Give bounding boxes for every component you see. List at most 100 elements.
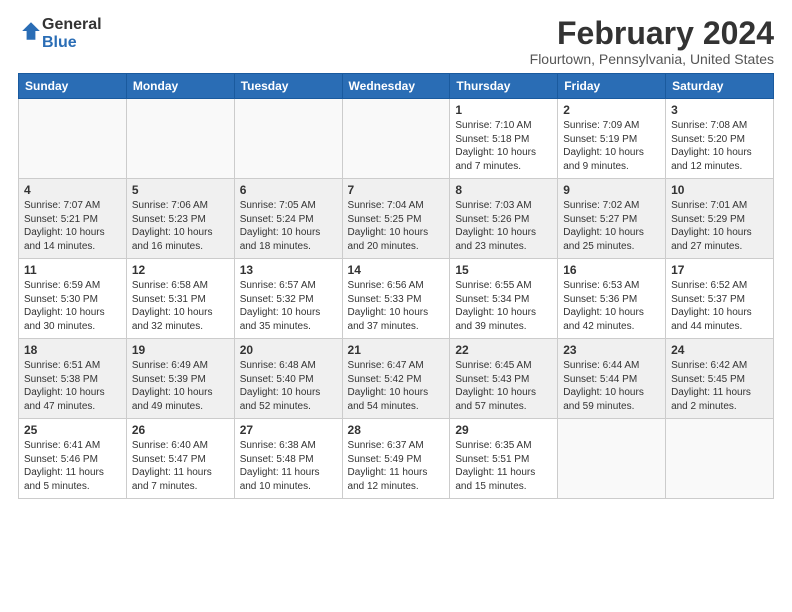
day-info: Sunrise: 6:53 AMSunset: 5:36 PMDaylight:… xyxy=(563,279,660,333)
table-row: 21 Sunrise: 6:47 AMSunset: 5:42 PMDayligh… xyxy=(342,339,450,419)
logo-text-line2: Blue xyxy=(42,34,102,52)
table-row: 9Sunrise: 7:02 AMSunset: 5:27 PMDaylight… xyxy=(558,179,666,259)
logo-text-line1: General xyxy=(42,16,102,34)
day-number: 19 xyxy=(132,343,229,357)
logo: General Blue xyxy=(18,16,102,51)
calendar-week-row: 1Sunrise: 7:10 AMSunset: 5:18 PMDaylight… xyxy=(19,99,774,179)
day-number: 21 xyxy=(348,343,445,357)
day-info: Sunrise: 6:52 AMSunset: 5:37 PMDaylight:… xyxy=(671,279,768,333)
table-row xyxy=(666,419,774,499)
day-number: 5 xyxy=(132,183,229,197)
day-info: Sunrise: 7:04 AMSunset: 5:25 PMDaylight:… xyxy=(348,199,445,253)
table-row: 26Sunrise: 6:40 AMSunset: 5:47 PMDayligh… xyxy=(126,419,234,499)
table-row: 5Sunrise: 7:06 AMSunset: 5:23 PMDaylight… xyxy=(126,179,234,259)
day-number: 7 xyxy=(348,183,445,197)
day-info: Sunrise: 6:56 AMSunset: 5:33 PMDaylight:… xyxy=(348,279,445,333)
day-info: Sunrise: 6:37 AMSunset: 5:49 PMDaylight:… xyxy=(348,439,445,493)
calendar-header-row: Sunday Monday Tuesday Wednesday Thursday… xyxy=(19,74,774,99)
table-row: 2 Sunrise: 7:09 AMSunset: 5:19 PMDaylight… xyxy=(558,99,666,179)
table-row: 1Sunrise: 7:10 AMSunset: 5:18 PMDaylight… xyxy=(450,99,558,179)
col-wednesday: Wednesday xyxy=(342,74,450,99)
day-info: Sunrise: 7:09 AMSunset: 5:19 PMDaylight:… xyxy=(563,119,660,173)
col-friday: Friday xyxy=(558,74,666,99)
table-row: 24 Sunrise: 6:42 AMSunset: 5:45 PMDayligh… xyxy=(666,339,774,419)
day-number: 22 xyxy=(455,343,552,357)
day-number: 12 xyxy=(132,263,229,277)
day-number: 25 xyxy=(24,423,121,437)
table-row: 25 Sunrise: 6:41 AMSunset: 5:46 PMDayligh… xyxy=(19,419,127,499)
table-row: 11 Sunrise: 6:59 AMSunset: 5:30 PMDayligh… xyxy=(19,259,127,339)
table-row: 17 Sunrise: 6:52 AMSunset: 5:37 PMDayligh… xyxy=(666,259,774,339)
day-number: 13 xyxy=(240,263,337,277)
day-info: Sunrise: 6:47 AMSunset: 5:42 PMDaylight:… xyxy=(348,359,445,413)
day-info: Sunrise: 6:55 AMSunset: 5:34 PMDaylight:… xyxy=(455,279,552,333)
table-row xyxy=(19,99,127,179)
day-number: 8 xyxy=(455,183,552,197)
day-info: Sunrise: 6:58 AMSunset: 5:31 PMDaylight:… xyxy=(132,279,229,333)
day-number: 17 xyxy=(671,263,768,277)
title-area: February 2024 Flourtown, Pennsylvania, U… xyxy=(530,16,774,67)
day-info: Sunrise: 6:44 AMSunset: 5:44 PMDaylight:… xyxy=(563,359,660,413)
day-number: 3 xyxy=(671,103,768,117)
day-info: Sunrise: 6:51 AMSunset: 5:38 PMDaylight:… xyxy=(24,359,121,413)
table-row: 19 Sunrise: 6:49 AMSunset: 5:39 PMDayligh… xyxy=(126,339,234,419)
calendar-table: Sunday Monday Tuesday Wednesday Thursday… xyxy=(18,73,774,499)
day-info: Sunrise: 6:57 AMSunset: 5:32 PMDaylight:… xyxy=(240,279,337,333)
day-info: Sunrise: 6:42 AMSunset: 5:45 PMDaylight:… xyxy=(671,359,768,413)
day-info: Sunrise: 6:35 AMSunset: 5:51 PMDaylight:… xyxy=(455,439,552,493)
day-number: 23 xyxy=(563,343,660,357)
day-info: Sunrise: 6:40 AMSunset: 5:47 PMDaylight:… xyxy=(132,439,229,493)
col-tuesday: Tuesday xyxy=(234,74,342,99)
table-row xyxy=(558,419,666,499)
day-number: 2 xyxy=(563,103,660,117)
day-info: Sunrise: 7:08 AMSunset: 5:20 PMDaylight:… xyxy=(671,119,768,173)
day-number: 14 xyxy=(348,263,445,277)
day-info: Sunrise: 6:48 AMSunset: 5:40 PMDaylight:… xyxy=(240,359,337,413)
day-info: Sunrise: 7:02 AMSunset: 5:27 PMDaylight:… xyxy=(563,199,660,253)
day-number: 6 xyxy=(240,183,337,197)
table-row xyxy=(342,99,450,179)
table-row: 8 Sunrise: 7:03 AMSunset: 5:26 PMDaylight… xyxy=(450,179,558,259)
day-info: Sunrise: 7:10 AMSunset: 5:18 PMDaylight:… xyxy=(455,119,552,173)
col-monday: Monday xyxy=(126,74,234,99)
logo-icon xyxy=(20,20,42,42)
table-row: 14 Sunrise: 6:56 AMSunset: 5:33 PMDayligh… xyxy=(342,259,450,339)
col-sunday: Sunday xyxy=(19,74,127,99)
calendar-week-row: 25 Sunrise: 6:41 AMSunset: 5:46 PMDayligh… xyxy=(19,419,774,499)
day-number: 4 xyxy=(24,183,121,197)
table-row: 29 Sunrise: 6:35 AMSunset: 5:51 PMDayligh… xyxy=(450,419,558,499)
day-number: 24 xyxy=(671,343,768,357)
table-row: 12 Sunrise: 6:58 AMSunset: 5:31 PMDayligh… xyxy=(126,259,234,339)
table-row: 28 Sunrise: 6:37 AMSunset: 5:49 PMDayligh… xyxy=(342,419,450,499)
day-number: 10 xyxy=(671,183,768,197)
table-row: 7 Sunrise: 7:04 AMSunset: 5:25 PMDaylight… xyxy=(342,179,450,259)
col-saturday: Saturday xyxy=(666,74,774,99)
day-number: 15 xyxy=(455,263,552,277)
day-info: Sunrise: 6:59 AMSunset: 5:30 PMDaylight:… xyxy=(24,279,121,333)
table-row: 27Sunrise: 6:38 AMSunset: 5:48 PMDayligh… xyxy=(234,419,342,499)
day-info: Sunrise: 6:49 AMSunset: 5:39 PMDaylight:… xyxy=(132,359,229,413)
table-row: 20Sunrise: 6:48 AMSunset: 5:40 PMDayligh… xyxy=(234,339,342,419)
header-area: General Blue February 2024 Flourtown, Pe… xyxy=(18,16,774,67)
table-row xyxy=(234,99,342,179)
table-row: 18 Sunrise: 6:51 AMSunset: 5:38 PMDayligh… xyxy=(19,339,127,419)
day-info: Sunrise: 7:03 AMSunset: 5:26 PMDaylight:… xyxy=(455,199,552,253)
table-row: 10Sunrise: 7:01 AMSunset: 5:29 PMDayligh… xyxy=(666,179,774,259)
table-row: 22 Sunrise: 6:45 AMSunset: 5:43 PMDayligh… xyxy=(450,339,558,419)
day-number: 11 xyxy=(24,263,121,277)
day-info: Sunrise: 6:38 AMSunset: 5:48 PMDaylight:… xyxy=(240,439,337,493)
day-info: Sunrise: 6:45 AMSunset: 5:43 PMDaylight:… xyxy=(455,359,552,413)
table-row: 4Sunrise: 7:07 AMSunset: 5:21 PMDaylight… xyxy=(19,179,127,259)
month-title: February 2024 xyxy=(530,16,774,51)
calendar-week-row: 11 Sunrise: 6:59 AMSunset: 5:30 PMDayligh… xyxy=(19,259,774,339)
day-info: Sunrise: 7:05 AMSunset: 5:24 PMDaylight:… xyxy=(240,199,337,253)
calendar-week-row: 4Sunrise: 7:07 AMSunset: 5:21 PMDaylight… xyxy=(19,179,774,259)
day-number: 18 xyxy=(24,343,121,357)
location-title: Flourtown, Pennsylvania, United States xyxy=(530,51,774,67)
day-number: 29 xyxy=(455,423,552,437)
day-info: Sunrise: 6:41 AMSunset: 5:46 PMDaylight:… xyxy=(24,439,121,493)
table-row: 3 Sunrise: 7:08 AMSunset: 5:20 PMDaylight… xyxy=(666,99,774,179)
calendar-week-row: 18 Sunrise: 6:51 AMSunset: 5:38 PMDayligh… xyxy=(19,339,774,419)
table-row: 15 Sunrise: 6:55 AMSunset: 5:34 PMDayligh… xyxy=(450,259,558,339)
day-number: 28 xyxy=(348,423,445,437)
